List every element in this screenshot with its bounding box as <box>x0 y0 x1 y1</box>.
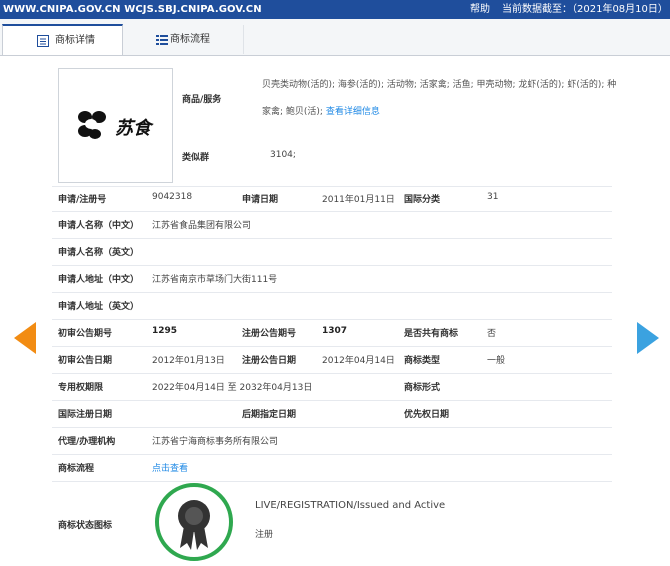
row-divider <box>52 346 612 347</box>
logo-text: 苏食 <box>115 118 151 139</box>
prelim-no-label: 初审公告期号 <box>58 329 113 339</box>
intl-class-value: 31 <box>487 192 499 202</box>
reg-ann-date-label: 注册公告日期 <box>242 356 297 366</box>
registered-badge-icon <box>155 483 233 561</box>
priority-date-label: 优先权日期 <box>404 410 450 420</box>
form-label: 商标形式 <box>404 383 441 393</box>
goods-text: 贝壳类动物(活的); 海参(活的); 活动物; 活家禽; 活鱼; 甲壳动物; 龙… <box>262 80 617 117</box>
tab-trademark-details[interactable]: 商标详情 <box>2 24 123 55</box>
prelim-date-label: 初审公告日期 <box>58 356 113 366</box>
status-english: LIVE/REGISTRATION/Issued and Active <box>255 500 446 511</box>
view-flow-link[interactable]: 点击查看 <box>152 461 188 474</box>
row-divider <box>52 238 612 239</box>
flow-label: 商标流程 <box>58 464 95 474</box>
row-divider <box>52 400 612 401</box>
tab-trademark-process[interactable]: 商标流程 <box>124 25 244 54</box>
tab-bar: 商标详情 商标流程 <box>0 19 670 56</box>
row-divider <box>52 211 612 212</box>
shared-label: 是否共有商标 <box>404 329 459 339</box>
row-divider <box>52 427 612 428</box>
apply-date-value: 2011年01月11日 <box>322 195 395 205</box>
similar-group-value: 3104; <box>270 150 296 160</box>
list-icon <box>156 35 168 45</box>
reg-ann-date-value: 2012年04月14日 <box>322 356 395 366</box>
address-cn-value: 江苏省南京市草场门大街111号 <box>152 275 278 285</box>
previous-arrow-icon[interactable] <box>14 322 36 354</box>
term-value: 2022年04月14日 至 2032年04月13日 <box>152 383 313 393</box>
row-divider <box>52 373 612 374</box>
top-bar: WWW.CNIPA.GOV.CN WCJS.SBJ.CNIPA.GOV.CN 帮… <box>0 0 670 19</box>
prelim-date-value: 2012年01月13日 <box>152 356 225 366</box>
address-cn-label: 申请人地址（中文） <box>58 275 140 285</box>
address-en-label: 申请人地址（英文） <box>58 302 140 312</box>
prelim-no-value: 1295 <box>152 326 178 336</box>
reg-no-value: 9042318 <box>152 192 193 202</box>
row-divider <box>52 186 612 187</box>
tab-label: 商标流程 <box>170 34 210 45</box>
status-icon-label: 商标状态图标 <box>58 521 113 531</box>
applicant-cn-value: 江苏省食品集团有限公司 <box>152 221 252 231</box>
applicant-en-label: 申请人名称（英文） <box>58 248 140 258</box>
view-details-link[interactable]: 查看详细信息 <box>326 107 380 117</box>
applicant-cn-label: 申请人名称（中文） <box>58 221 140 231</box>
type-label: 商标类型 <box>404 356 441 366</box>
later-date-label: 后期指定日期 <box>242 410 297 420</box>
next-arrow-icon[interactable] <box>637 322 659 354</box>
goods-list: 贝壳类动物(活的); 海参(活的); 活动物; 活家禽; 活鱼; 甲壳动物; 龙… <box>262 72 622 126</box>
trademark-image: 苏食 <box>58 68 173 183</box>
row-divider <box>52 481 612 482</box>
reg-ann-no-label: 注册公告期号 <box>242 329 297 339</box>
apply-date-label: 申请日期 <box>242 195 279 205</box>
agent-value: 江苏省宁海商标事务所有限公司 <box>152 437 279 447</box>
row-divider <box>52 265 612 266</box>
logo-mark-icon <box>78 111 106 139</box>
row-divider <box>52 319 612 320</box>
row-divider <box>52 292 612 293</box>
data-date: 当前数据截至：（2021年08月10日） <box>502 4 668 15</box>
status-chinese: 注册 <box>255 530 274 540</box>
intl-reg-date-label: 国际注册日期 <box>58 410 113 420</box>
reg-no-label: 申请/注册号 <box>58 195 107 205</box>
tab-label: 商标详情 <box>55 35 95 46</box>
reg-ann-no-value: 1307 <box>322 326 348 336</box>
term-label: 专用权期限 <box>58 383 104 393</box>
site-urls: WWW.CNIPA.GOV.CN WCJS.SBJ.CNIPA.GOV.CN <box>3 4 262 15</box>
similar-group-label: 类似群 <box>182 153 210 163</box>
type-value: 一般 <box>487 356 506 366</box>
document-icon <box>37 35 49 47</box>
shared-value: 否 <box>487 329 497 339</box>
row-divider <box>52 454 612 455</box>
goods-label: 商品/服务 <box>182 95 222 105</box>
agent-label: 代理/办理机构 <box>58 437 116 447</box>
help-link[interactable]: 帮助 <box>470 0 490 19</box>
intl-class-label: 国际分类 <box>404 195 441 205</box>
